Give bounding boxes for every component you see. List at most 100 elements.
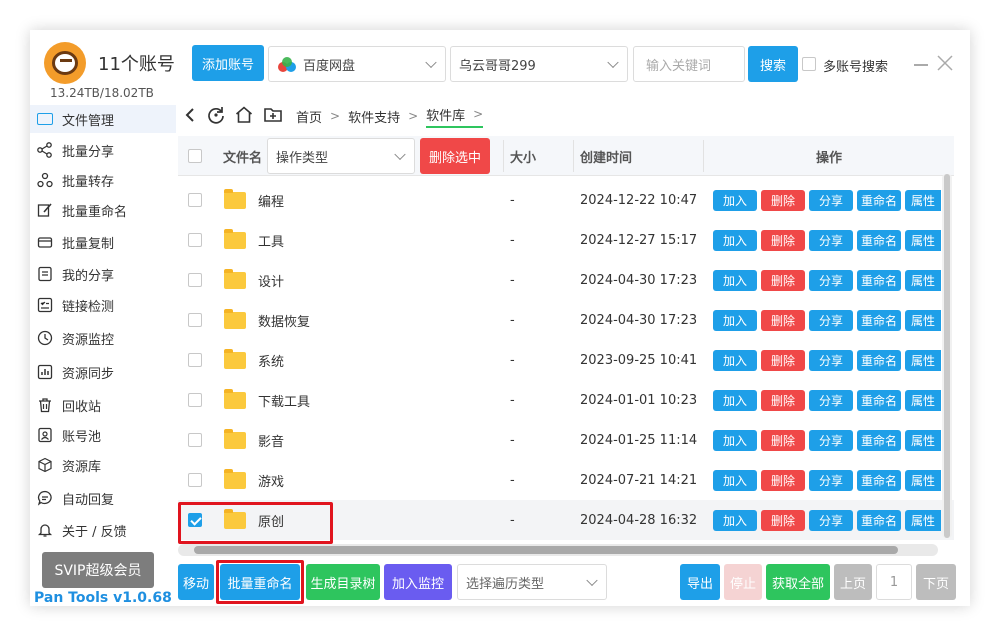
sidebar-item-recycle-bin[interactable]: 回收站 (30, 391, 176, 419)
home-icon[interactable] (233, 104, 255, 126)
file-name[interactable]: 游戏 (258, 460, 284, 500)
row-delete-button[interactable]: 删除 (761, 510, 805, 531)
row-checkbox[interactable] (188, 473, 202, 487)
row-share-button[interactable]: 分享 (809, 510, 853, 531)
row-properties-button[interactable]: 属性 (905, 510, 941, 531)
table-row[interactable]: 游戏 - 2024-07-21 14:21 加入 删除 分享 重命名 属性 (178, 460, 954, 500)
row-rename-button[interactable]: 重命名 (857, 270, 901, 291)
operation-type-select[interactable]: 操作类型 (267, 138, 415, 174)
row-share-button[interactable]: 分享 (809, 190, 853, 211)
row-properties-button[interactable]: 属性 (905, 310, 941, 331)
row-checkbox[interactable] (188, 353, 202, 367)
row-delete-button[interactable]: 删除 (761, 430, 805, 451)
row-properties-button[interactable]: 属性 (905, 470, 941, 491)
file-name[interactable]: 下载工具 (258, 380, 310, 420)
row-delete-button[interactable]: 删除 (761, 230, 805, 251)
row-add-button[interactable]: 加入 (713, 310, 757, 331)
sidebar-item-account-pool[interactable]: 账号池 (30, 421, 176, 449)
row-rename-button[interactable]: 重命名 (857, 430, 901, 451)
table-row[interactable]: 下载工具 - 2024-01-01 10:23 加入 删除 分享 重命名 属性 (178, 380, 954, 420)
next-page-button[interactable]: 下页 (916, 564, 956, 600)
row-properties-button[interactable]: 属性 (905, 190, 941, 211)
row-rename-button[interactable]: 重命名 (857, 310, 901, 331)
row-add-button[interactable]: 加入 (713, 350, 757, 371)
search-button[interactable]: 搜索 (748, 46, 798, 82)
table-row[interactable]: 影音 - 2024-01-25 11:14 加入 删除 分享 重命名 属性 (178, 420, 954, 460)
row-properties-button[interactable]: 属性 (905, 350, 941, 371)
row-properties-button[interactable]: 属性 (905, 390, 941, 411)
stop-button[interactable]: 停止 (724, 564, 762, 600)
close-icon[interactable] (936, 54, 954, 72)
sidebar-item-resource-library[interactable]: 资源库 (30, 451, 176, 479)
row-checkbox[interactable] (188, 233, 202, 247)
file-name[interactable]: 工具 (258, 220, 284, 260)
cloud-provider-select[interactable]: 百度网盘 (268, 46, 446, 82)
sidebar-item-file-manage[interactable]: 文件管理 (30, 105, 176, 133)
row-share-button[interactable]: 分享 (809, 270, 853, 291)
select-all-checkbox[interactable] (188, 149, 202, 163)
row-share-button[interactable]: 分享 (809, 390, 853, 411)
sidebar-item-batch-transfer[interactable]: 批量转存 (30, 166, 176, 194)
row-share-button[interactable]: 分享 (809, 470, 853, 491)
account-select[interactable]: 乌云哥哥299 (450, 46, 628, 82)
add-account-button[interactable]: 添加账号 (192, 45, 264, 81)
row-add-button[interactable]: 加入 (713, 510, 757, 531)
refresh-icon[interactable] (205, 104, 227, 126)
row-delete-button[interactable]: 删除 (761, 350, 805, 371)
row-checkbox[interactable] (188, 433, 202, 447)
sidebar-item-link-check[interactable]: 链接检测 (30, 291, 176, 319)
sidebar-item-my-share[interactable]: 我的分享 (30, 260, 176, 288)
row-add-button[interactable]: 加入 (713, 270, 757, 291)
row-checkbox[interactable] (188, 393, 202, 407)
row-rename-button[interactable]: 重命名 (857, 230, 901, 251)
sidebar-item-resource-sync[interactable]: 资源同步 (30, 358, 176, 386)
table-row[interactable]: 工具 - 2024-12-27 15:17 加入 删除 分享 重命名 属性 (178, 220, 954, 260)
file-name[interactable]: 设计 (258, 260, 284, 300)
add-monitor-button[interactable]: 加入监控 (384, 564, 452, 600)
row-rename-button[interactable]: 重命名 (857, 470, 901, 491)
row-add-button[interactable]: 加入 (713, 190, 757, 211)
new-folder-icon[interactable] (262, 104, 284, 126)
row-share-button[interactable]: 分享 (809, 310, 853, 331)
keyword-search-input[interactable]: 输入关键词 (633, 46, 745, 82)
row-checkbox[interactable] (188, 313, 202, 327)
row-rename-button[interactable]: 重命名 (857, 190, 901, 211)
sidebar-item-about-feedback[interactable]: 关于 / 反馈 (30, 516, 176, 544)
table-row[interactable]: 编程 - 2024-12-22 10:47 加入 删除 分享 重命名 属性 (178, 180, 954, 220)
table-row[interactable]: 数据恢复 - 2024-04-30 17:23 加入 删除 分享 重命名 属性 (178, 300, 954, 340)
sidebar-item-auto-reply[interactable]: 自动回复 (30, 484, 176, 512)
breadcrumb-item[interactable]: 首页 (296, 107, 322, 126)
svip-button[interactable]: SVIP超级会员 (42, 552, 154, 588)
sidebar-item-batch-rename[interactable]: 批量重命名 (30, 196, 176, 224)
minimize-icon[interactable] (914, 64, 928, 66)
row-delete-button[interactable]: 删除 (761, 270, 805, 291)
file-name[interactable]: 编程 (258, 180, 284, 220)
row-delete-button[interactable]: 删除 (761, 470, 805, 491)
table-row[interactable]: 设计 - 2024-04-30 17:23 加入 删除 分享 重命名 属性 (178, 260, 954, 300)
file-name[interactable]: 数据恢复 (258, 300, 310, 340)
row-rename-button[interactable]: 重命名 (857, 510, 901, 531)
traverse-type-select[interactable]: 选择遍历类型 (457, 564, 607, 600)
row-properties-button[interactable]: 属性 (905, 230, 941, 251)
generate-tree-button[interactable]: 生成目录树 (306, 564, 380, 600)
vertical-scrollbar[interactable] (942, 174, 952, 538)
breadcrumb-item-current[interactable]: 软件库 > (426, 105, 484, 128)
sidebar-item-batch-copy[interactable]: 批量复制 (30, 228, 176, 256)
sidebar-item-resource-monitor[interactable]: 资源监控 (30, 324, 176, 352)
row-add-button[interactable]: 加入 (713, 390, 757, 411)
page-number-input[interactable]: 1 (876, 564, 912, 600)
row-properties-button[interactable]: 属性 (905, 430, 941, 451)
row-share-button[interactable]: 分享 (809, 430, 853, 451)
row-add-button[interactable]: 加入 (713, 230, 757, 251)
row-delete-button[interactable]: 删除 (761, 390, 805, 411)
row-add-button[interactable]: 加入 (713, 430, 757, 451)
file-name[interactable]: 影音 (258, 420, 284, 460)
table-row[interactable]: 系统 - 2023-09-25 10:41 加入 删除 分享 重命名 属性 (178, 340, 954, 380)
row-checkbox[interactable] (188, 193, 202, 207)
row-share-button[interactable]: 分享 (809, 230, 853, 251)
move-button[interactable]: 移动 (178, 564, 214, 600)
prev-page-button[interactable]: 上页 (834, 564, 872, 600)
horizontal-scrollbar[interactable] (178, 544, 938, 556)
row-checkbox[interactable] (188, 273, 202, 287)
row-rename-button[interactable]: 重命名 (857, 390, 901, 411)
